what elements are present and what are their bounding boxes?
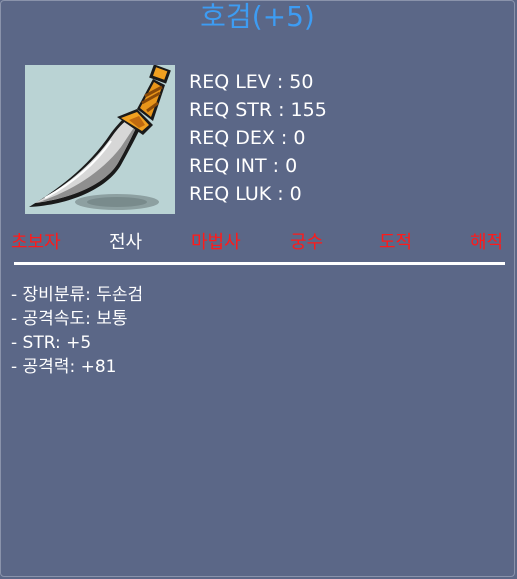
job-pirate: 해적 <box>470 232 504 253</box>
job-magician: 마법사 <box>191 232 241 253</box>
stat-attack-speed: - 공격속도: 보통 <box>11 309 128 329</box>
item-icon-frame <box>25 65 175 214</box>
stat-equip-category: - 장비분류: 두손검 <box>11 285 144 305</box>
item-name: 호검(+5) <box>200 0 315 33</box>
req-luk: REQ LUK : 0 <box>189 183 302 205</box>
item-tooltip: 호검(+5) REQ LEV: 50 REQ STR: 155 REQ DE… <box>0 0 515 577</box>
stat-attack: - 공격력: +81 <box>11 357 117 377</box>
job-beginner: 초보자 <box>11 232 61 253</box>
requirements-list: REQ LEV : 50 REQ STR : 155 REQ DEX : 0 R… <box>189 68 327 208</box>
req-str: REQ STR : 155 <box>189 99 327 121</box>
stat-str: - STR: +5 <box>11 333 92 353</box>
curved-sword-icon <box>29 65 171 210</box>
divider <box>14 262 505 265</box>
req-dex: REQ DEX : 0 <box>189 127 306 149</box>
req-level: REQ LEV : 50 <box>189 71 314 93</box>
job-list: 초보자 전사 마법사 궁수 도적 해적 <box>1 230 517 258</box>
stats-list: - 장비분류: 두손검 - 공격속도: 보통 - STR: +5 - 공격력: … <box>11 283 143 379</box>
req-int: REQ INT : 0 <box>189 155 298 177</box>
job-thief: 도적 <box>379 232 413 253</box>
job-warrior: 전사 <box>109 232 143 253</box>
job-archer: 궁수 <box>290 232 324 253</box>
